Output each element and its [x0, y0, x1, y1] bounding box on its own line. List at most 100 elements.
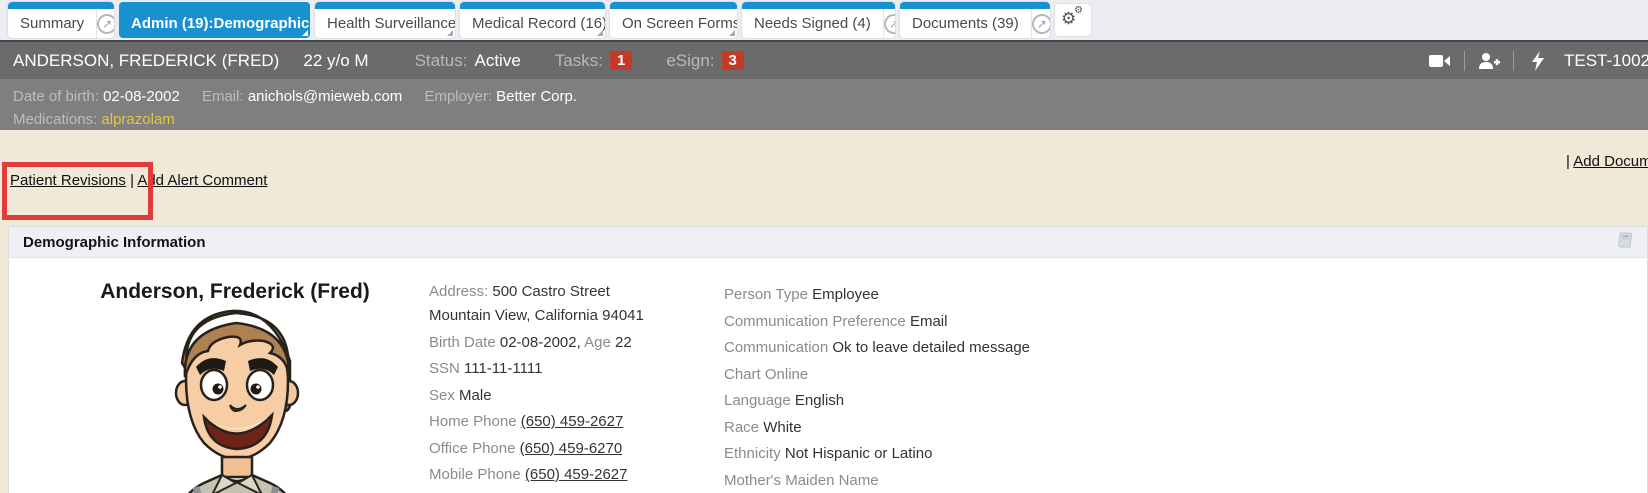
field-label: Mother's Maiden Name: [724, 472, 879, 489]
field-row: Mother's Maiden Name: [724, 468, 1030, 493]
popout-button[interactable]: ↗: [883, 9, 895, 38]
field-row: Mountain View, California 94041: [429, 303, 644, 330]
field-label: Communication: [724, 339, 828, 356]
field-value: Male: [459, 387, 492, 404]
field-value: White: [763, 419, 801, 436]
esign-count-badge[interactable]: 3: [722, 51, 744, 70]
demographics-column-right: Person Type EmployeeCommunication Prefer…: [724, 282, 1030, 493]
field-row: Communication Preference Email: [724, 309, 1030, 336]
field-row: Mobile Phone (650) 459-2627: [429, 462, 644, 489]
patient-photo[interactable]: [152, 301, 320, 493]
dob-value: 02-08-2002: [103, 88, 180, 105]
tab-admin-demographics[interactable]: Admin (19):Demographics: [119, 2, 310, 38]
popout-icon: ↗: [884, 14, 895, 34]
field-label: Ethnicity: [724, 445, 781, 462]
demographics-column-left: Address: 500 Castro Street Mountain View,…: [429, 281, 644, 493]
patient-revisions-link[interactable]: Patient Revisions: [10, 172, 126, 189]
lightning-icon[interactable]: [1526, 50, 1550, 72]
dob-label: Date of birth:: [13, 88, 99, 105]
tab-menu-indicator: [302, 30, 308, 36]
field-row: Birth Date 02-08-2002, Age 22: [429, 330, 644, 357]
field-value: Mountain View, California 94041: [429, 307, 644, 324]
tab-summary[interactable]: Summary ↗: [8, 2, 114, 38]
tab-on-screen-forms[interactable]: On Screen Forms: [610, 2, 737, 38]
field-label: Communication Preference: [724, 313, 906, 330]
tab-accent-bar: [742, 2, 895, 9]
field-row: Chart Online: [724, 362, 1030, 389]
field-value: Employee: [812, 286, 879, 303]
field-link[interactable]: (650) 459-2627: [521, 413, 624, 430]
tab-needs-signed[interactable]: Needs Signed (4) ↗: [742, 2, 895, 38]
field-label: Office Phone: [429, 440, 515, 457]
tab-accent-bar: [119, 2, 310, 9]
esign-label: eSign:: [666, 51, 714, 71]
tab-medical-record[interactable]: Medical Record (16): [460, 2, 605, 38]
divider: [1464, 51, 1465, 71]
field-label: Mobile Phone: [429, 466, 521, 483]
field-value: 02-08-2002,: [500, 334, 581, 351]
popout-button[interactable]: ↗: [1031, 9, 1050, 38]
popout-icon: ↗: [1032, 14, 1050, 34]
demographic-information-panel: Demographic Information Anderson, Freder…: [8, 226, 1648, 493]
field-link[interactable]: (650) 459-6270: [520, 440, 623, 457]
employer-value: Better Corp.: [496, 88, 577, 105]
panel-header: Demographic Information: [9, 227, 1647, 258]
tab-menu-indicator: [447, 30, 453, 36]
field-label: Race: [724, 419, 759, 436]
tab-menu-indicator: [597, 30, 603, 36]
field-label: Chart Online: [724, 366, 808, 383]
field-label: Birth Date: [429, 334, 496, 351]
add-alert-comment-link[interactable]: Add Alert Comment: [137, 172, 267, 189]
patient-age-sex: 22 y/o M: [303, 51, 368, 71]
field-value: English: [795, 392, 844, 409]
medications-value: alprazolam: [101, 111, 174, 128]
field-value: 22: [615, 334, 632, 351]
field-label: Sex: [429, 387, 455, 404]
tab-accent-bar: [610, 2, 737, 9]
divider: [1513, 51, 1514, 71]
field-row: Home Phone (650) 459-2627: [429, 409, 644, 436]
add-document-link[interactable]: Add Document: [1573, 153, 1648, 170]
annotation-highlight-rect: [2, 162, 153, 220]
add-document-row: | Add Document: [1566, 153, 1648, 170]
field-value: Not Hispanic or Latino: [785, 445, 933, 462]
gear-small-icon: ⚙: [1074, 6, 1083, 16]
tab-bar: Summary ↗ Admin (19):Demographics Health…: [0, 0, 1648, 40]
field-row: Sex Male: [429, 383, 644, 410]
field-row: Ethnicity Not Hispanic or Latino: [724, 441, 1030, 468]
tab-documents[interactable]: Documents (39) ↗: [900, 2, 1050, 38]
field-row: Address: 500 Castro Street: [429, 281, 644, 303]
patient-header-bar: ANDERSON, FREDERICK (FRED) 22 y/o M Stat…: [0, 40, 1648, 79]
separator: |: [130, 172, 134, 189]
add-user-icon[interactable]: [1477, 50, 1501, 72]
status-label: Status:: [415, 51, 468, 71]
field-row: SSN 111-11-1111: [429, 356, 644, 383]
field-value: Ok to leave detailed message: [832, 339, 1030, 356]
tab-health-surveillance[interactable]: Health Surveillance: [315, 2, 455, 38]
book-icon[interactable]: [1615, 232, 1635, 253]
popout-button[interactable]: ↗: [96, 9, 114, 38]
tasks-count-badge[interactable]: 1: [610, 51, 632, 70]
field-label: Person Type: [724, 286, 808, 303]
video-camera-icon[interactable]: [1428, 50, 1452, 72]
field-row: Office Phone (650) 459-6270: [429, 436, 644, 463]
field-label: Home Phone: [429, 413, 517, 430]
field-value: Email: [910, 313, 948, 330]
field-label: SSN: [429, 360, 460, 377]
chart-id: TEST-10025: [1564, 51, 1648, 71]
field-row: Communication Ok to leave detailed messa…: [724, 335, 1030, 362]
field-link[interactable]: (650) 459-2627: [525, 466, 628, 483]
field-label: Address:: [429, 283, 488, 300]
field-row: Language English: [724, 388, 1030, 415]
patient-name: ANDERSON, FREDERICK (FRED): [13, 51, 279, 71]
field-row: Person Type Employee: [724, 282, 1030, 309]
popout-icon: ↗: [97, 14, 114, 34]
panel-title: Demographic Information: [23, 234, 206, 251]
medications-label: Medications:: [13, 111, 97, 128]
employer-label: Employer:: [424, 88, 492, 105]
field-row: Email anichols@mieweb.com: [429, 489, 644, 493]
settings-button[interactable]: ⚙ ⚙: [1055, 4, 1091, 36]
field-value: 111-11-1111: [464, 360, 542, 377]
email-label: Email:: [202, 88, 244, 105]
tab-menu-indicator: [729, 30, 735, 36]
